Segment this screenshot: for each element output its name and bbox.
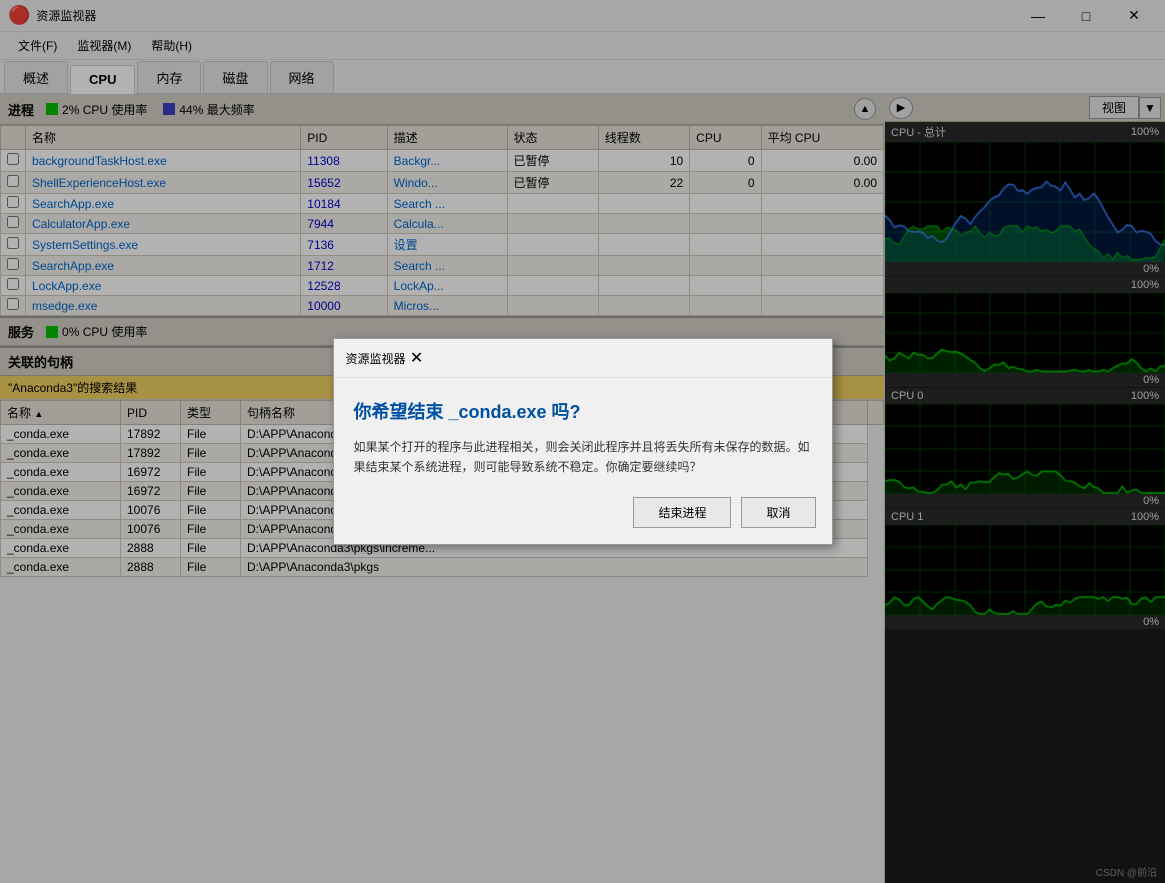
dialog-text: 如果某个打开的程序与此进程相关，则会关闭此程序并且将丢失所有未保存的数据。如果结… bbox=[354, 438, 812, 476]
dialog-heading: 你希望结束 _conda.exe 吗? bbox=[354, 398, 812, 424]
dialog-overlay: 资源监视器 ✕ 你希望结束 _conda.exe 吗? 如果某个打开的程序与此进… bbox=[0, 0, 1165, 883]
dialog-title-text: 资源监视器 bbox=[346, 350, 406, 367]
dialog-close-button[interactable]: ✕ bbox=[406, 347, 428, 369]
dialog: 资源监视器 ✕ 你希望结束 _conda.exe 吗? 如果某个打开的程序与此进… bbox=[333, 338, 833, 544]
dialog-title-bar: 资源监视器 ✕ bbox=[334, 339, 832, 378]
dialog-body: 你希望结束 _conda.exe 吗? 如果某个打开的程序与此进程相关，则会关闭… bbox=[334, 378, 832, 486]
cancel-button[interactable]: 取消 bbox=[741, 497, 815, 528]
confirm-button[interactable]: 结束进程 bbox=[633, 497, 731, 528]
dialog-buttons: 结束进程 取消 bbox=[334, 487, 832, 544]
